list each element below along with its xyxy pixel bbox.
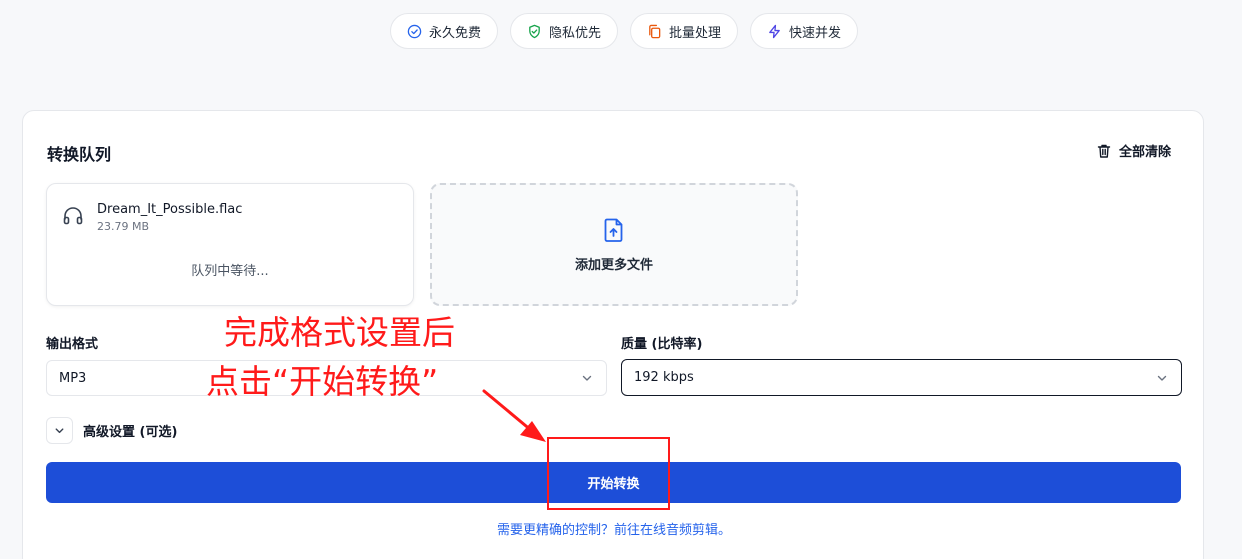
- advanced-settings-toggle[interactable]: 高级设置 (可选): [46, 417, 177, 444]
- output-format-label: 输出格式: [46, 337, 99, 352]
- chevron-down-icon: [55, 428, 64, 434]
- badge-batch: 批量处理: [630, 13, 739, 49]
- clear-all-label: 全部清除: [1118, 145, 1171, 160]
- badge-label: 批量处理: [669, 25, 722, 41]
- add-more-files-label: 添加更多文件: [574, 258, 653, 273]
- headphones-icon: [63, 207, 83, 225]
- feature-badges: 永久免费 隐私优先 批量处理 快速并发: [0, 13, 1242, 49]
- file-name: Dream_It_Possible.flac: [97, 202, 243, 217]
- badge-label: 永久免费: [428, 25, 481, 41]
- chevron-down-icon: [1157, 375, 1167, 381]
- quality-value: 192 kbps: [634, 370, 694, 385]
- chevron-down-icon: [582, 375, 592, 381]
- quality-label: 质量 (比特率): [621, 337, 703, 352]
- badge-label: 快速并发: [789, 25, 842, 41]
- check-circle-icon: [407, 24, 422, 38]
- trash-icon: [1097, 144, 1111, 158]
- audio-editor-link[interactable]: 需要更精确的控制？前往在线音频剪辑。: [23, 519, 1205, 538]
- file-size: 23.79 MB: [97, 220, 150, 233]
- lightning-icon: [769, 24, 780, 38]
- output-format-value: MP3: [59, 370, 87, 386]
- queue-title: 转换队列: [47, 145, 112, 164]
- quality-select[interactable]: 192 kbps: [621, 359, 1182, 396]
- queued-file-card: Dream_It_Possible.flac 23.79 MB 队列中等待...: [46, 183, 414, 306]
- file-upload-icon: [604, 218, 623, 242]
- copy-icon: [649, 24, 661, 38]
- badge-free: 永久免费: [389, 13, 498, 49]
- file-status: 队列中等待...: [191, 264, 269, 279]
- badge-label: 隐私优先: [548, 25, 601, 41]
- clear-all-button[interactable]: 全部清除: [1096, 141, 1171, 160]
- advanced-settings-expand-button[interactable]: [46, 417, 73, 444]
- add-more-files-dropzone[interactable]: 添加更多文件: [430, 183, 798, 306]
- badge-fast: 快速并发: [750, 13, 859, 49]
- annotation-line-2: 点击“开始转换”: [206, 362, 439, 401]
- annotation-line-1: 完成格式设置后: [224, 313, 455, 352]
- shield-check-icon: [529, 24, 540, 38]
- annotation-highlight-box: [547, 437, 670, 510]
- badge-privacy: 隐私优先: [509, 13, 618, 49]
- advanced-settings-label: 高级设置 (可选): [83, 425, 178, 440]
